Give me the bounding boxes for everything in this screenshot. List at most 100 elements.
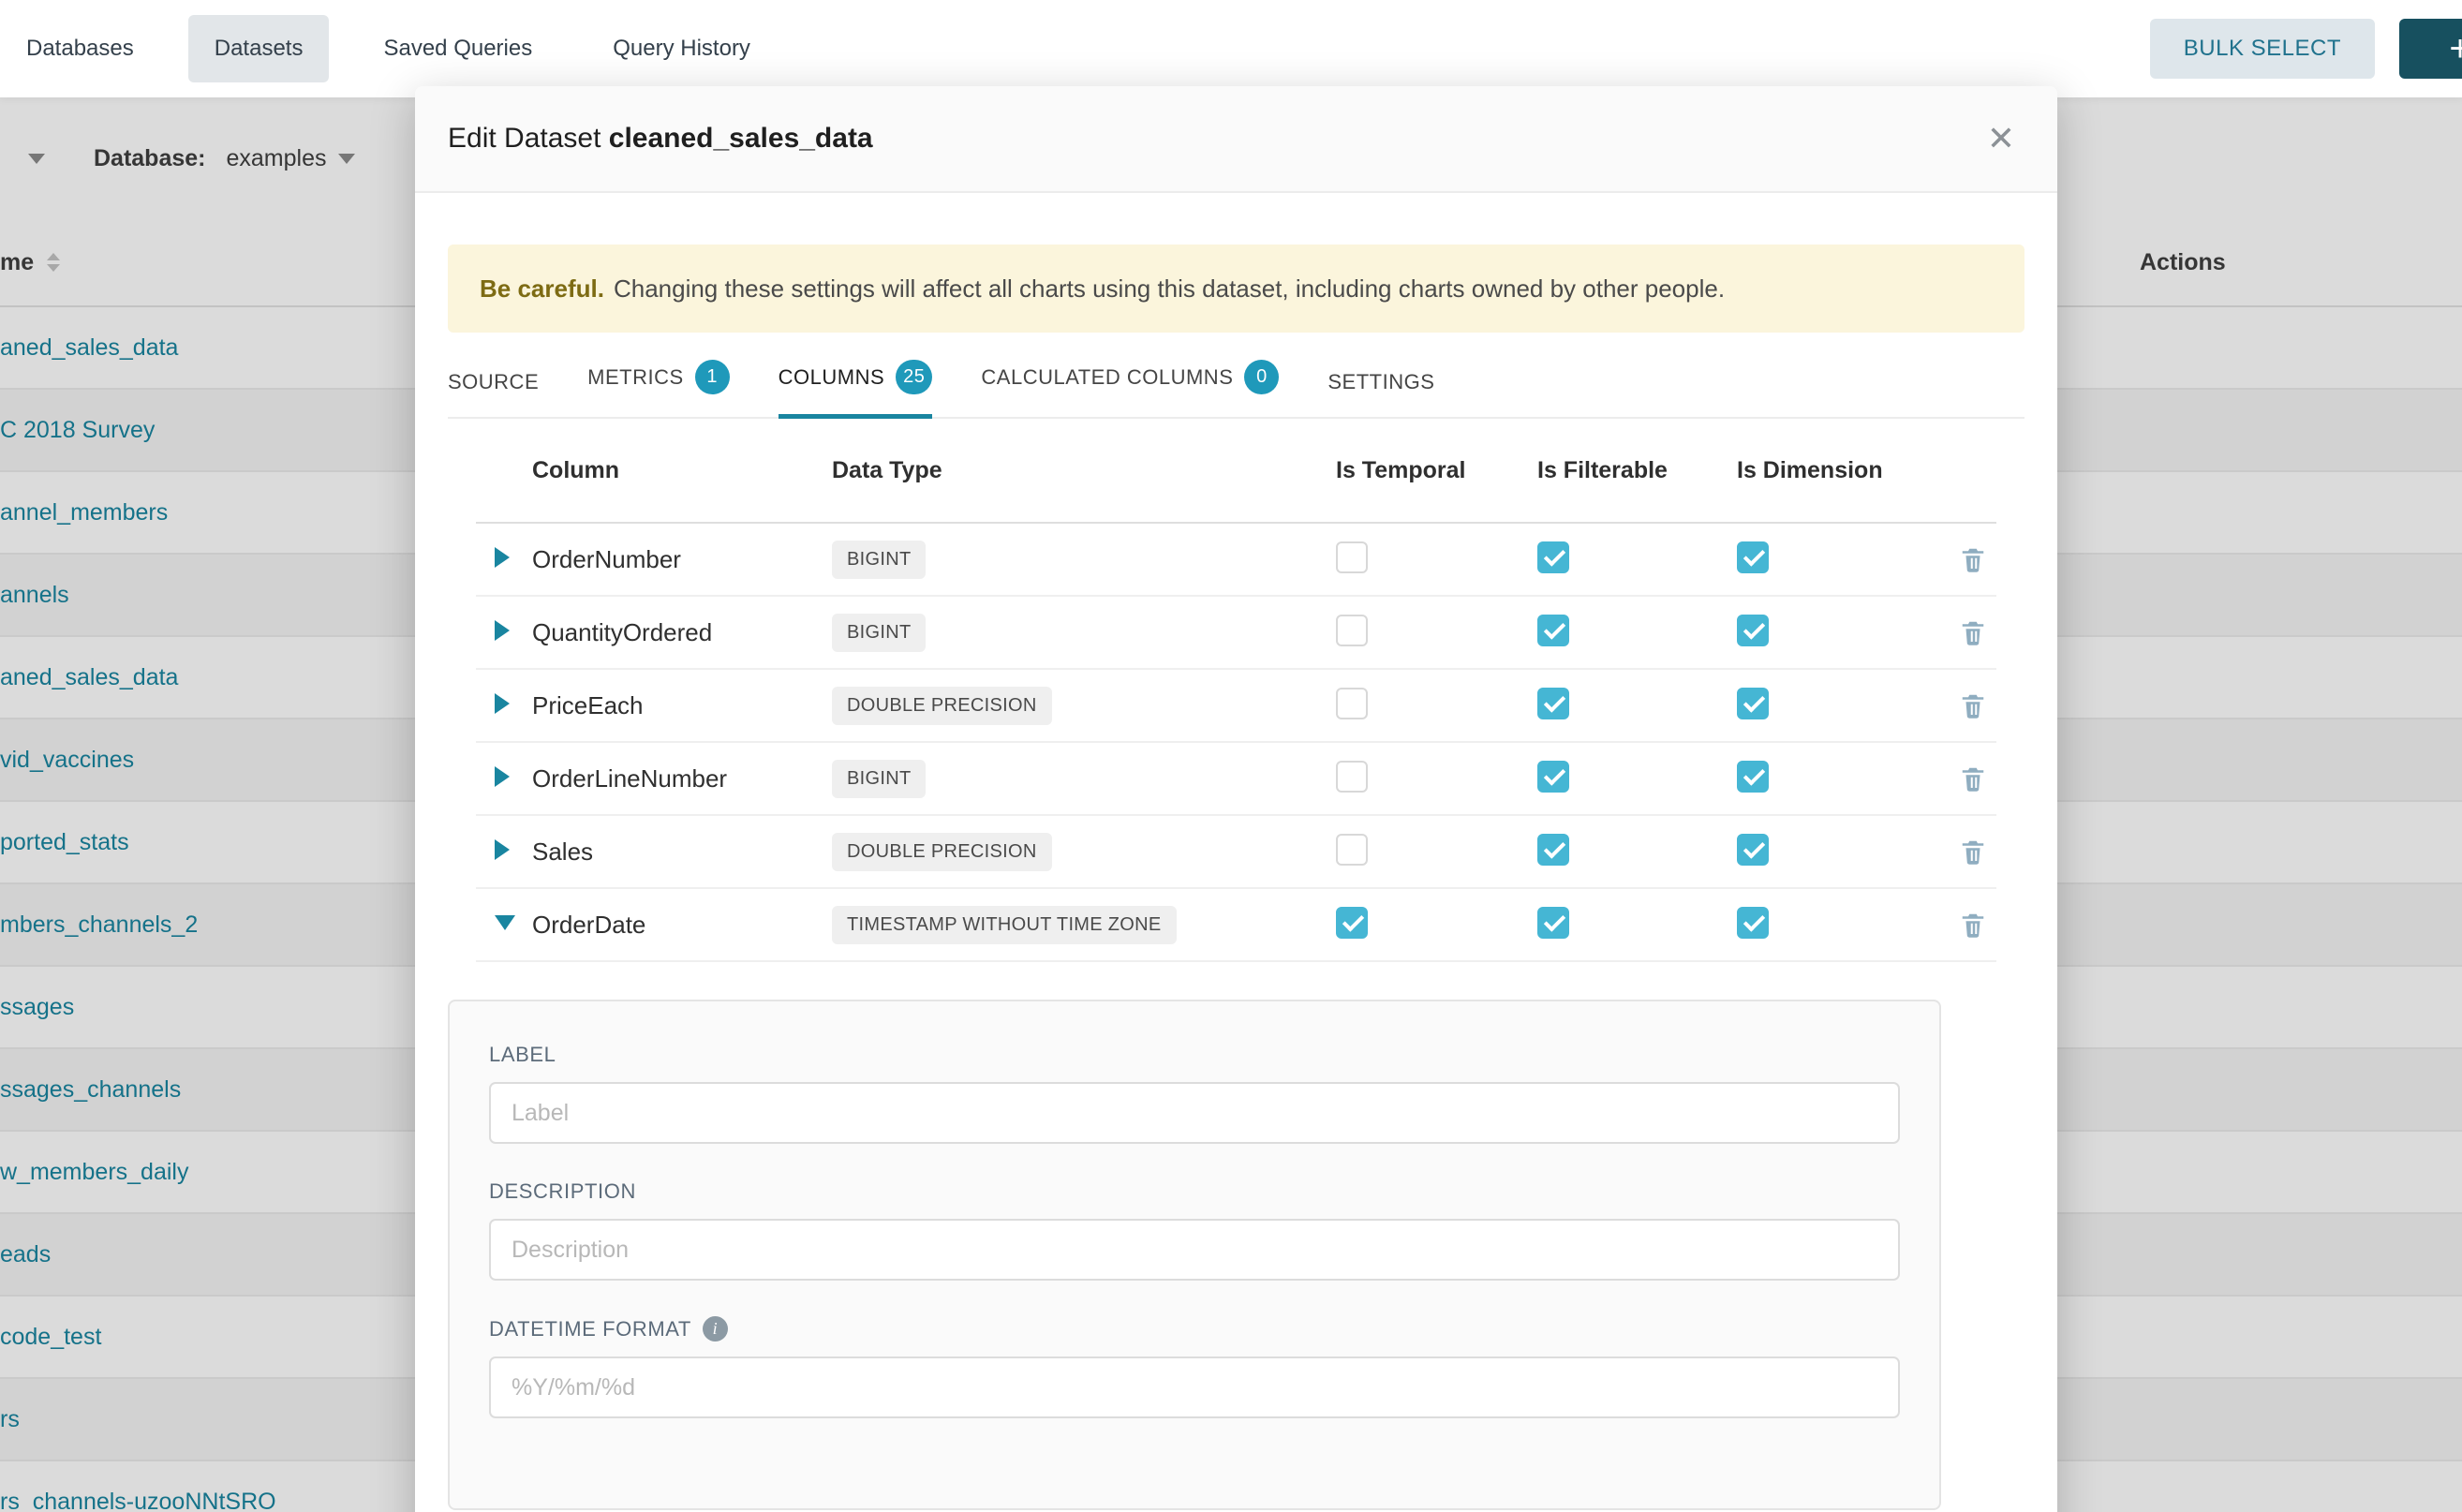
expand-caret-icon[interactable] xyxy=(495,693,510,714)
datetime-format-field: DATETIME FORMAT i xyxy=(489,1316,1900,1418)
expand-caret-icon[interactable] xyxy=(495,766,510,787)
edit-dataset-modal: Edit Dataset cleaned_sales_data ✕ Be car… xyxy=(415,86,2057,1512)
nav-tab-databases[interactable]: Databases xyxy=(0,15,160,82)
header-data-type: Data Type xyxy=(832,457,1336,484)
is-dimension-checkbox[interactable] xyxy=(1737,907,1769,939)
warning-bold: Be careful. xyxy=(480,274,604,304)
data-type-pill: BIGINT xyxy=(832,541,926,579)
delete-icon[interactable] xyxy=(1959,764,1987,793)
expand-caret-icon[interactable] xyxy=(495,839,510,860)
datetime-format-field-label: DATETIME FORMAT i xyxy=(489,1316,1900,1342)
column-detail-panel: LABEL DESCRIPTION DATETIME FORMAT i xyxy=(448,1000,1941,1510)
is-dimension-checkbox[interactable] xyxy=(1737,615,1769,646)
column-name: QuantityOrdered xyxy=(532,618,832,647)
top-nav: Databases Datasets Saved Queries Query H… xyxy=(0,0,2462,97)
is-dimension-checkbox[interactable] xyxy=(1737,541,1769,573)
warning-text: Changing these settings will affect all … xyxy=(614,274,1725,304)
collapse-caret-icon[interactable] xyxy=(495,915,515,930)
delete-icon[interactable] xyxy=(1959,911,1987,939)
is-dimension-checkbox[interactable] xyxy=(1737,761,1769,793)
data-type-pill: BIGINT xyxy=(832,760,926,798)
is-filterable-checkbox[interactable] xyxy=(1537,761,1569,793)
description-field-label: DESCRIPTION xyxy=(489,1179,1900,1204)
data-type-pill: DOUBLE PRECISION xyxy=(832,833,1052,871)
nav-tab-saved-queries[interactable]: Saved Queries xyxy=(357,15,558,82)
columns-table-body: OrderNumber BIGINT QuantityOrdered BIGIN… xyxy=(476,524,1996,962)
header-is-dimension: Is Dimension xyxy=(1737,457,1949,484)
close-icon[interactable]: ✕ xyxy=(1987,122,2015,156)
label-input[interactable] xyxy=(489,1082,1900,1144)
metrics-count-badge: 1 xyxy=(695,360,730,394)
label-field: LABEL xyxy=(489,1043,1900,1144)
modal-title: Edit Dataset cleaned_sales_data xyxy=(448,123,873,155)
delete-icon[interactable] xyxy=(1959,691,1987,719)
is-dimension-checkbox[interactable] xyxy=(1737,688,1769,719)
tab-label: SOURCE xyxy=(448,370,539,394)
data-type-pill: BIGINT xyxy=(832,614,926,652)
is-filterable-checkbox[interactable] xyxy=(1537,541,1569,573)
tab-settings[interactable]: SETTINGS xyxy=(1327,370,1434,417)
column-row: OrderDate TIMESTAMP WITHOUT TIME ZONE xyxy=(476,889,1996,962)
column-name: Sales xyxy=(532,838,832,867)
description-field: DESCRIPTION xyxy=(489,1179,1900,1281)
add-dataset-button[interactable]: + xyxy=(2399,19,2462,79)
modal-title-prefix: Edit Dataset xyxy=(448,123,601,154)
info-icon: i xyxy=(703,1316,728,1342)
tab-label: METRICS xyxy=(587,365,684,390)
delete-icon[interactable] xyxy=(1959,838,1987,866)
modal-body: Be careful. Changing these settings will… xyxy=(415,245,2057,1510)
datetime-format-input[interactable] xyxy=(489,1356,1900,1418)
column-row: OrderLineNumber BIGINT xyxy=(476,743,1996,816)
modal-header: Edit Dataset cleaned_sales_data ✕ xyxy=(415,86,2057,193)
columns-table: Column Data Type Is Temporal Is Filterab… xyxy=(476,419,1996,962)
column-name: OrderNumber xyxy=(532,545,832,574)
tab-label: COLUMNS xyxy=(779,365,885,390)
delete-icon[interactable] xyxy=(1959,618,1987,646)
column-name: OrderLineNumber xyxy=(532,764,832,793)
label-field-label: LABEL xyxy=(489,1043,1900,1067)
expand-caret-icon[interactable] xyxy=(495,620,510,641)
description-input[interactable] xyxy=(489,1219,1900,1281)
is-temporal-checkbox[interactable] xyxy=(1336,615,1368,646)
nav-tabs: Databases Datasets Saved Queries Query H… xyxy=(0,15,777,82)
bulk-select-button[interactable]: BULK SELECT xyxy=(2150,19,2375,79)
tab-metrics[interactable]: METRICS 1 xyxy=(587,360,730,417)
is-filterable-checkbox[interactable] xyxy=(1537,907,1569,939)
is-filterable-checkbox[interactable] xyxy=(1537,834,1569,866)
delete-icon[interactable] xyxy=(1959,545,1987,573)
tab-label: CALCULATED COLUMNS xyxy=(981,365,1233,390)
tab-label: SETTINGS xyxy=(1327,370,1434,394)
is-filterable-checkbox[interactable] xyxy=(1537,615,1569,646)
nav-right: BULK SELECT + xyxy=(2150,19,2462,79)
nav-tab-query-history[interactable]: Query History xyxy=(586,15,777,82)
header-is-temporal: Is Temporal xyxy=(1336,457,1537,484)
is-temporal-checkbox[interactable] xyxy=(1336,834,1368,866)
is-filterable-checkbox[interactable] xyxy=(1537,688,1569,719)
column-name: PriceEach xyxy=(532,691,832,720)
data-type-pill: DOUBLE PRECISION xyxy=(832,687,1052,725)
calculated-columns-count-badge: 0 xyxy=(1244,360,1279,394)
is-temporal-checkbox[interactable] xyxy=(1336,688,1368,719)
columns-table-header: Column Data Type Is Temporal Is Filterab… xyxy=(476,419,1996,524)
header-column: Column xyxy=(532,457,832,484)
column-row: QuantityOrdered BIGINT xyxy=(476,597,1996,670)
columns-count-badge: 25 xyxy=(896,360,932,394)
column-row: OrderNumber BIGINT xyxy=(476,524,1996,597)
is-temporal-checkbox[interactable] xyxy=(1336,541,1368,573)
is-temporal-checkbox[interactable] xyxy=(1336,907,1368,939)
column-row: Sales DOUBLE PRECISION xyxy=(476,816,1996,889)
data-type-pill: TIMESTAMP WITHOUT TIME ZONE xyxy=(832,906,1177,944)
modal-tabs: SOURCE METRICS 1 COLUMNS 25 CALCULATED C… xyxy=(448,359,2024,419)
is-temporal-checkbox[interactable] xyxy=(1336,761,1368,793)
modal-dataset-name: cleaned_sales_data xyxy=(609,123,873,154)
tab-source[interactable]: SOURCE xyxy=(448,370,539,417)
nav-tab-datasets[interactable]: Datasets xyxy=(188,15,330,82)
tab-calculated-columns[interactable]: CALCULATED COLUMNS 0 xyxy=(981,360,1279,417)
expand-caret-icon[interactable] xyxy=(495,547,510,568)
header-is-filterable: Is Filterable xyxy=(1537,457,1737,484)
is-dimension-checkbox[interactable] xyxy=(1737,834,1769,866)
tab-columns[interactable]: COLUMNS 25 xyxy=(779,360,933,417)
column-row: PriceEach DOUBLE PRECISION xyxy=(476,670,1996,743)
column-name: OrderDate xyxy=(532,911,832,940)
warning-banner: Be careful. Changing these settings will… xyxy=(448,245,2024,333)
